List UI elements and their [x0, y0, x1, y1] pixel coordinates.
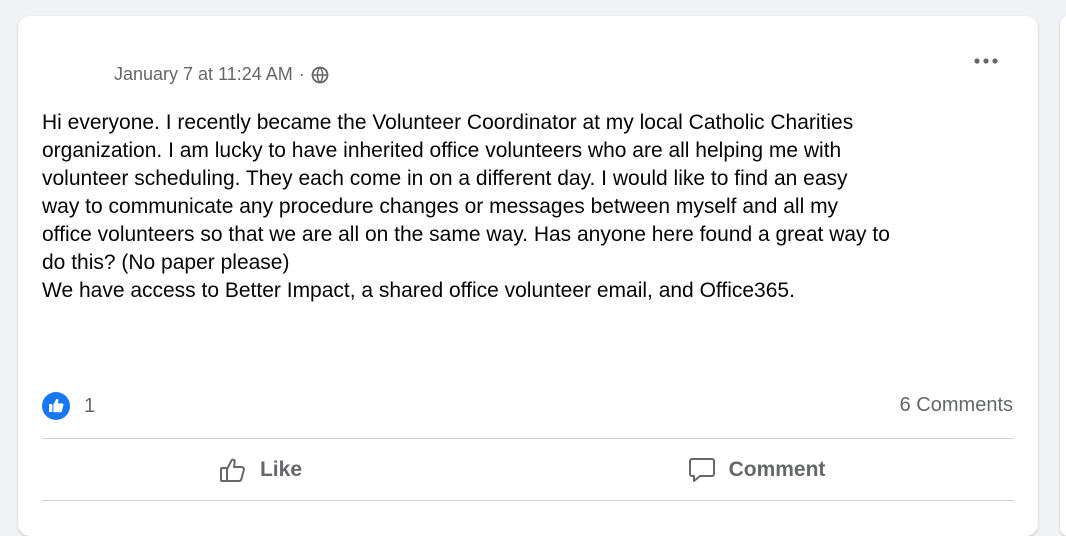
- comment-button-label: Comment: [728, 458, 826, 481]
- post-timestamp[interactable]: January 7 at 11:24 AM: [114, 64, 293, 85]
- like-reaction-icon: [42, 392, 70, 420]
- comment-button[interactable]: Comment: [538, 446, 974, 494]
- like-button[interactable]: Like: [42, 446, 478, 494]
- divider: [42, 438, 1014, 439]
- post-meta: January 7 at 11:24 AM ·: [114, 64, 329, 85]
- more-options-icon: [974, 58, 998, 64]
- meta-separator: ·: [298, 64, 305, 84]
- post-card: January 7 at 11:24 AM · Hi everyone. I r…: [18, 16, 1038, 536]
- adjacent-panel-edge: [1060, 16, 1066, 536]
- more-options-button[interactable]: [966, 46, 1006, 76]
- divider: [42, 500, 1014, 501]
- comments-count-link[interactable]: 6 Comments: [900, 394, 1013, 417]
- reactions-summary[interactable]: 1: [42, 392, 95, 420]
- post-body: Hi everyone. I recently became the Volun…: [42, 111, 890, 302]
- like-button-label: Like: [259, 458, 303, 481]
- reaction-count: 1: [84, 394, 96, 417]
- comment-bubble-icon: [688, 458, 715, 482]
- globe-icon[interactable]: [311, 66, 329, 84]
- thumbs-up-icon: [219, 458, 245, 482]
